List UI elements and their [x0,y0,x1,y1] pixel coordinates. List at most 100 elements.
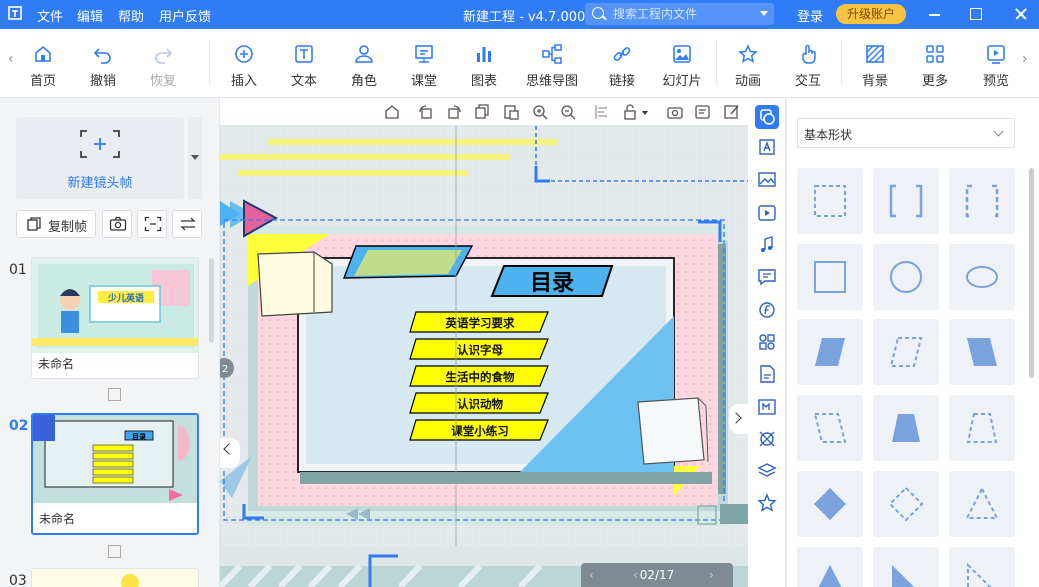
switch-frame-button[interactable] [172,210,202,238]
character-button[interactable]: 角色 [336,43,392,89]
menu-edit[interactable]: 编辑 [77,6,103,25]
camera-snapshot-icon[interactable] [666,103,684,121]
menu-feedback[interactable]: 用户反馈 [159,6,211,25]
chart-button[interactable]: 图表 [456,43,512,89]
link-button[interactable]: 链接 [594,43,650,89]
transition-marker-icon[interactable] [108,545,121,558]
classroom-button[interactable]: 课堂 [396,43,452,89]
home-view-icon[interactable] [383,103,401,121]
title-bar: 文件 编辑 帮助 用户反馈 新建工程 - v4.7.000 登录 升级账户 [0,0,1039,29]
pager-next-icon[interactable]: › [709,563,714,587]
shape-reverse-parallelogram[interactable] [949,319,1015,385]
insert-button[interactable]: 插入 [216,43,272,89]
login-button[interactable]: 登录 [797,6,823,25]
paste-icon[interactable] [502,103,520,121]
effects-icon[interactable] [755,427,779,451]
rotate-right-icon[interactable] [445,103,463,121]
shape-panel-scrollbar[interactable] [1029,168,1034,378]
new-frame-button[interactable]: 新建镜头帧 [16,117,184,199]
rotate-left-icon[interactable] [417,103,435,121]
slideshow-button[interactable]: 幻灯片 [654,43,710,89]
components-icon[interactable] [755,330,779,354]
search-input[interactable] [613,5,753,23]
shape-dashed-trapezoid[interactable] [949,395,1015,461]
text-button[interactable]: 文本 [276,43,332,89]
canvas-next-button[interactable] [729,404,748,434]
slide-thumbnail-1[interactable]: 少儿英语 未命名 [31,257,199,379]
character-icon [355,45,373,63]
svg-text:认识动物: 认识动物 [457,397,503,411]
chevron-right-icon [730,412,742,424]
record-icon[interactable] [694,103,712,121]
undo-icon [93,48,111,64]
canvas-prev-button[interactable] [220,438,240,468]
zoom-out-icon[interactable] [559,103,577,121]
shape-circle[interactable] [873,244,939,310]
copy-frame-button[interactable]: 复制帧 [16,210,96,238]
shape-triangle[interactable] [797,547,863,587]
shape-trapezoid[interactable] [873,395,939,461]
shape-category-select[interactable]: 基本形状 [797,118,1015,148]
shape-dashed-parallelogram[interactable] [873,319,939,385]
zoom-in-icon[interactable] [531,103,549,121]
new-frame-dropdown[interactable] [188,117,202,199]
align-left-icon[interactable] [593,103,611,121]
music-icon[interactable] [755,233,779,257]
flash-media-icon[interactable] [755,395,779,419]
pager-prev-icon[interactable]: ‹ [633,563,638,587]
svg-file-icon[interactable] [755,362,779,386]
slide-thumbnail-2[interactable]: 目录 未命名 [31,413,199,535]
shape-rectangle[interactable] [797,244,863,310]
more-button[interactable]: 更多 [907,43,963,89]
toolbar-scroll-right-icon[interactable]: › [1022,51,1034,75]
shape-dashed-rectangle[interactable] [797,168,863,234]
menu-file[interactable]: 文件 [37,6,63,25]
favorites-star-icon[interactable] [755,491,779,515]
shape-dashed-skew[interactable] [797,395,863,461]
background-button[interactable]: 背景 [847,43,903,89]
shape-ellipse[interactable] [949,244,1015,310]
slide-2-title: 目录 [132,433,146,441]
screenshot-frame-button[interactable] [102,210,132,238]
undo-button[interactable]: 撤销 [75,43,131,89]
shape-dashed-brackets[interactable] [949,168,1015,234]
copy-element-icon[interactable] [473,103,491,121]
mindmap-button[interactable]: 思维导图 [516,43,588,89]
shape-parallelogram[interactable] [797,319,863,385]
shape-diamond[interactable] [797,471,863,537]
shape-brackets[interactable] [873,168,939,234]
search-dropdown-icon[interactable] [760,11,768,16]
comment-icon[interactable] [755,265,779,289]
fit-frame-button[interactable] [137,210,167,238]
video-icon[interactable] [755,201,779,225]
shape-dashed-triangle[interactable] [949,471,1015,537]
shape-right-triangle[interactable] [873,547,939,587]
image-icon[interactable] [755,168,779,192]
new-frame-label: 新建镜头帧 [67,176,133,191]
slide-list-scrollbar[interactable] [209,258,214,343]
layers-icon[interactable] [755,459,779,483]
edit-icon[interactable] [723,103,741,121]
shape-dashed-diamond[interactable] [873,471,939,537]
shape-dashed-right-triangle[interactable] [949,547,1015,587]
preview-button[interactable]: 预览 [968,43,1024,89]
lock-dropdown-icon[interactable] [640,103,650,121]
tab-shapes[interactable] [755,105,779,129]
pager-first-icon[interactable]: ‹ [589,563,594,587]
interaction-button[interactable]: 交互 [780,43,836,89]
project-search[interactable] [585,3,774,25]
slide-canvas[interactable]: 目录 英语学习要求 认识字母 生活中的食物 认识动物 课堂小练习 2 [220,126,748,587]
transition-marker-icon[interactable] [108,388,121,401]
home-button[interactable]: 首页 [15,43,71,89]
upgrade-account-button[interactable]: 升级账户 [836,4,906,24]
menu-help[interactable]: 帮助 [118,6,144,25]
formula-icon[interactable] [755,298,779,322]
close-icon[interactable] [1011,4,1031,24]
lock-icon[interactable] [622,103,640,121]
redo-button[interactable]: 恢复 [135,43,191,89]
maximize-icon[interactable] [966,4,986,24]
text-style-icon[interactable] [755,136,779,160]
minimize-icon[interactable] [925,4,945,24]
animation-button[interactable]: 动画 [720,43,776,89]
slide-thumbnail-3[interactable] [31,568,199,587]
